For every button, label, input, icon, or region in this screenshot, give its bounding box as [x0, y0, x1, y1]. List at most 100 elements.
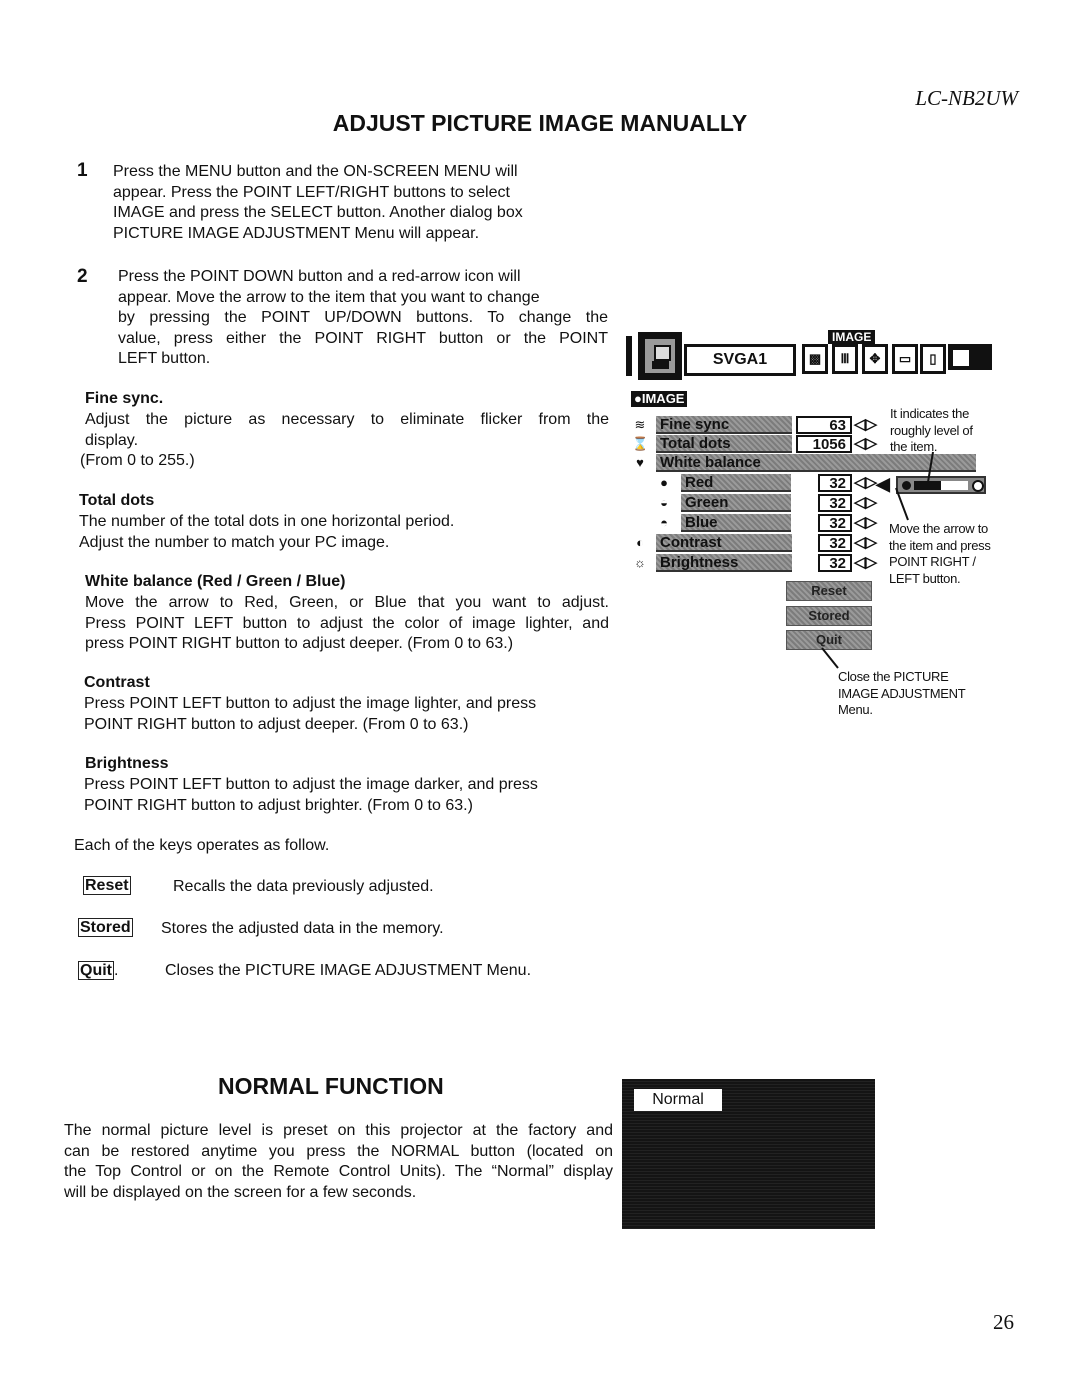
- osd-row-label: Contrast: [656, 534, 792, 552]
- osd-toolbar: SVGA1 IMAGE ▩ Ⅲ ✥ ▭ ▯: [626, 330, 994, 380]
- text-line: can be restored anytime you press the NO…: [64, 1142, 613, 1160]
- text-line: appear. Move the arrow to the item that …: [118, 288, 540, 306]
- text-line: POINT RIGHT /: [889, 554, 976, 569]
- normal-text: The normal picture level is preset on th…: [64, 1121, 613, 1203]
- toolbar-edge: [626, 336, 632, 376]
- white-balance-heading: White balance (Red / Green / Blue): [85, 573, 346, 590]
- page-number: 26: [993, 1310, 1014, 1334]
- text-line: POINT RIGHT button to adjust deeper. (Fr…: [84, 715, 469, 733]
- step-number: 1: [77, 160, 88, 181]
- reset-key-desc: Recalls the data previously adjusted.: [173, 878, 434, 895]
- text-line: PICTURE IMAGE ADJUSTMENT Menu will appea…: [113, 224, 480, 242]
- quit-key-desc: Closes the PICTURE IMAGE ADJUSTMENT Menu…: [165, 962, 532, 979]
- contrast-icon: ◐: [636, 535, 644, 550]
- step-1-text: Press the MENU button and the ON-SCREEN …: [113, 162, 613, 244]
- arrow-callout: Move the arrow to the item and press POI…: [889, 521, 991, 587]
- text-line: the item and press: [889, 537, 991, 553]
- total-dots-icon: ⌛: [632, 436, 649, 451]
- step-2-text: Press the POINT DOWN button and a red-ar…: [118, 267, 608, 370]
- text-line: POINT RIGHT button to adjust brighter. (…: [84, 796, 473, 814]
- text-line: IMAGE ADJUSTMENT: [838, 685, 966, 701]
- image-adjust-icon: Ⅲ: [832, 344, 858, 374]
- osd-menu-title-text: IMAGE: [641, 391, 685, 406]
- osd-row-label: Brightness: [656, 554, 792, 572]
- text-line: Press the MENU button and the ON-SCREEN …: [113, 163, 518, 180]
- level-callout: It indicates the roughly level of the it…: [890, 406, 973, 456]
- page-title: ADJUST PICTURE IMAGE MANUALLY: [332, 110, 748, 136]
- text-line: IMAGE and press the SELECT button. Anoth…: [113, 204, 523, 221]
- text-line: display.: [85, 431, 139, 449]
- osd-menu-title: ●IMAGE: [631, 391, 688, 407]
- text-line: Press POINT LEFT button to adjust the co…: [85, 614, 609, 632]
- white-balance-text: Move the arrow to Red, Green, or Blue th…: [85, 593, 609, 655]
- reset-key-label: Reset: [83, 876, 131, 895]
- osd-row-label: Green: [681, 494, 791, 512]
- brightness-icon: ☼: [634, 555, 646, 570]
- osd-row-label: Red: [681, 474, 791, 492]
- text-line: Move the arrow to Red, Green, or Blue th…: [85, 594, 609, 611]
- text-line: value, press either the POINT RIGHT butt…: [118, 329, 608, 347]
- text-line: Press the POINT DOWN button and a red-ar…: [118, 268, 521, 285]
- quit-key-label: Quit: [78, 961, 114, 980]
- reset-key-row: Reset Recalls the data previously adjust…: [83, 876, 434, 895]
- fine-sync-icon: ≋: [634, 417, 646, 432]
- section-title-normal: NORMAL FUNCTION: [218, 1073, 444, 1099]
- adjust-arrows-icon[interactable]: ◁▷: [854, 416, 877, 434]
- step-number: 2: [77, 266, 88, 287]
- brightness-text: Press POINT LEFT button to adjust the im…: [84, 775, 538, 816]
- text-line: The normal picture level is preset on th…: [64, 1122, 613, 1139]
- level-max-icon: [972, 480, 984, 492]
- osd-row-label: Fine sync: [656, 416, 792, 434]
- model-number: LC-NB2UW: [915, 86, 1018, 110]
- blue-icon: ◓: [660, 515, 668, 530]
- text-line: Close the PICTURE: [838, 669, 949, 684]
- text-line: by pressing the POINT UP/DOWN buttons. T…: [118, 309, 608, 326]
- brightness-heading: Brightness: [85, 755, 169, 772]
- normal-screen-image: Normal: [622, 1079, 875, 1229]
- text-line: Move the arrow to: [889, 521, 988, 536]
- green-icon: ◒: [660, 495, 668, 510]
- text-line: Press POINT LEFT button to adjust the im…: [84, 776, 538, 793]
- osd-row-value: 63: [796, 416, 852, 434]
- white-balance-icon: ♥: [636, 455, 644, 470]
- setting-icon: ▯: [920, 344, 946, 374]
- total-dots-heading: Total dots: [79, 492, 155, 509]
- text-line: LEFT button.: [889, 570, 961, 586]
- keys-intro: Each of the keys operates as follow.: [74, 837, 330, 854]
- osd-row-label: Total dots: [656, 435, 792, 453]
- text-line: Adjust the picture as necessary to elimi…: [85, 411, 609, 428]
- text-line: Menu.: [838, 702, 873, 717]
- quit-callout: Close the PICTURE IMAGE ADJUSTMENT Menu.: [838, 669, 966, 719]
- contrast-heading: Contrast: [84, 674, 150, 691]
- quit-callout-line: [821, 647, 839, 669]
- osd-row-label: Blue: [681, 514, 791, 532]
- normal-display-label: Normal: [634, 1089, 722, 1111]
- fine-sync-text: Adjust the picture as necessary to elimi…: [85, 410, 609, 451]
- stored-key-label: Stored: [78, 918, 133, 937]
- text-line: appear. Press the POINT LEFT/RIGHT butto…: [113, 183, 510, 201]
- text-line: the Top Control or on the Remote Control…: [64, 1163, 613, 1180]
- text-line: It indicates the: [890, 406, 970, 421]
- level-empty: [941, 481, 968, 490]
- quit-key-row: Quit. Closes the PICTURE IMAGE ADJUSTMEN…: [78, 961, 531, 982]
- text-line: The number of the total dots in one hori…: [79, 513, 455, 530]
- text-line: press POINT RIGHT button to adjust deepe…: [85, 635, 514, 652]
- text-line: roughly level of: [890, 422, 973, 438]
- fine-sync-range: (From 0 to 255.): [80, 452, 195, 469]
- quit-key-suffix: .: [114, 962, 119, 979]
- text-line: the item.: [890, 439, 938, 454]
- stored-key-desc: Stores the adjusted data in the memory.: [161, 920, 444, 937]
- red-icon: ●: [660, 475, 668, 490]
- position-icon: ✥: [862, 344, 888, 374]
- image-tab-label: IMAGE: [828, 330, 876, 344]
- level-callout-line: [927, 451, 934, 483]
- pattern-icon: ▩: [802, 344, 828, 374]
- text-line: Press POINT LEFT button to adjust the im…: [84, 695, 537, 712]
- screen-icon: ▭: [892, 344, 918, 374]
- exit-icon: [948, 344, 992, 370]
- contrast-text: Press POINT LEFT button to adjust the im…: [84, 694, 536, 735]
- stored-key-row: Stored Stores the adjusted data in the m…: [78, 918, 444, 937]
- fine-sync-heading: Fine sync.: [85, 390, 164, 407]
- text-line: will be displayed on the screen for a fe…: [64, 1183, 417, 1201]
- computer-icon: [638, 332, 682, 380]
